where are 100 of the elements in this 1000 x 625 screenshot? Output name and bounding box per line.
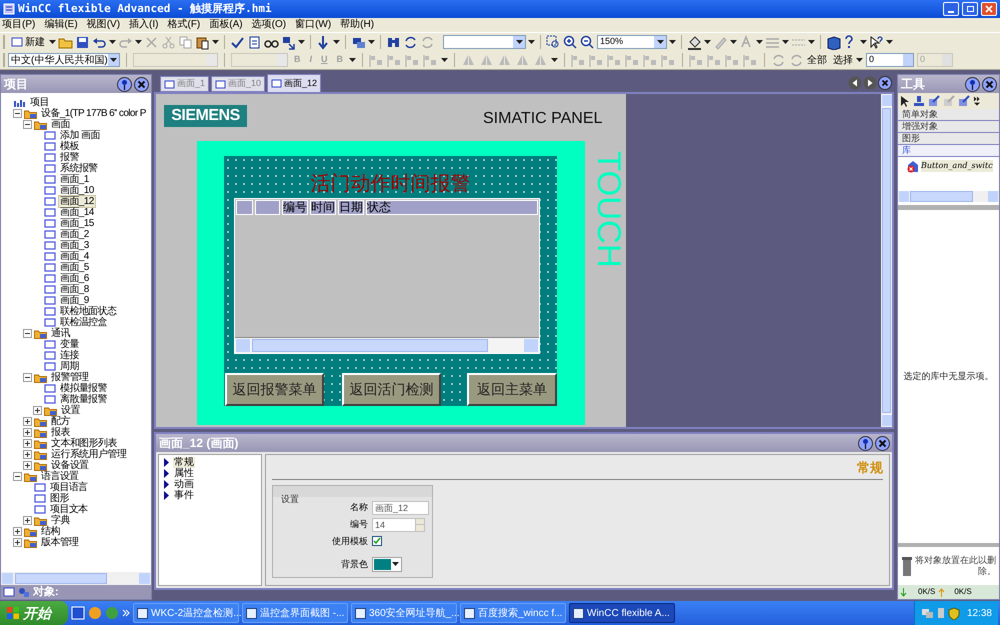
- zoom-area-icon[interactable]: [546, 34, 561, 50]
- tree-item[interactable]: 报警: [59, 152, 80, 163]
- clipboard-icon[interactable]: [195, 34, 210, 50]
- tree-item[interactable]: 模板: [59, 141, 80, 152]
- tree-item[interactable]: 结构: [40, 526, 61, 537]
- menu-item[interactable]: 编辑(E): [44, 19, 78, 31]
- navigation-button[interactable]: 返回报警菜单: [225, 373, 324, 406]
- tree-item[interactable]: 文本和图形列表: [50, 438, 118, 449]
- caret-icon[interactable]: [782, 40, 789, 44]
- tree-item[interactable]: 画面: [50, 119, 71, 130]
- spin-field[interactable]: 0: [866, 53, 914, 67]
- collapse-toggle[interactable]: [13, 472, 22, 481]
- close-icon[interactable]: [878, 76, 892, 90]
- taskbar-button[interactable]: 360安全网址导航_...: [351, 603, 457, 623]
- restore-button[interactable]: [962, 2, 978, 16]
- tree-item[interactable]: 项目文本: [49, 504, 89, 515]
- tree-item[interactable]: 通讯: [50, 328, 71, 339]
- start-button[interactable]: 开始: [0, 601, 68, 625]
- tree-item[interactable]: 周期: [59, 361, 80, 372]
- menu-item[interactable]: 选项(O): [252, 19, 286, 31]
- paint-bucket-icon[interactable]: [687, 34, 702, 50]
- caret-icon[interactable]: [808, 40, 815, 44]
- transfer-icon[interactable]: [281, 34, 296, 50]
- expand-toggle[interactable]: [23, 439, 32, 448]
- tree-item[interactable]: 离散量报警: [59, 394, 108, 405]
- taskbar-button[interactable]: 百度搜索_wincc f...: [460, 603, 566, 623]
- collapse-toggle[interactable]: [13, 109, 22, 118]
- tree-item[interactable]: 报警管理: [50, 372, 90, 383]
- collapse-toggle[interactable]: [23, 329, 32, 338]
- horizontal-scrollbar[interactable]: [898, 191, 999, 202]
- app-icon[interactable]: [71, 606, 85, 620]
- document-icon[interactable]: [247, 34, 262, 50]
- more-icon[interactable]: [973, 96, 981, 106]
- taskbar-button[interactable]: 温控盒界面截图 -...: [242, 603, 348, 623]
- tool-category[interactable]: 增强对象: [898, 121, 999, 133]
- edit-icon[interactable]: [958, 95, 970, 107]
- menu-item[interactable]: 项目(P): [2, 19, 36, 31]
- minimize-button[interactable]: [943, 2, 959, 16]
- collapse-toggle[interactable]: [23, 120, 32, 129]
- tree-item[interactable]: 画面_4: [59, 251, 90, 262]
- tree-item[interactable]: 字典: [50, 515, 71, 526]
- caret-icon[interactable]: [135, 40, 142, 44]
- caret-icon[interactable]: [368, 40, 375, 44]
- vertical-scrollbar[interactable]: [881, 94, 892, 427]
- tree-item[interactable]: 画面_6: [59, 273, 90, 284]
- tree-item[interactable]: 联检温控盒: [59, 317, 108, 328]
- caret-icon[interactable]: [349, 58, 356, 62]
- caret-icon[interactable]: [704, 40, 711, 44]
- tree-item[interactable]: 添加 画面: [59, 130, 101, 141]
- tree-item[interactable]: 模拟量报警: [59, 383, 108, 394]
- tree-item[interactable]: 系统报警: [59, 163, 99, 174]
- stamp-icon[interactable]: [913, 95, 925, 107]
- tree-item[interactable]: 配方: [50, 416, 71, 427]
- caret-icon[interactable]: [756, 40, 763, 44]
- caret-icon[interactable]: [441, 58, 448, 62]
- menu-item[interactable]: 格式(F): [167, 19, 200, 31]
- tree-item[interactable]: 设置: [60, 405, 81, 416]
- tree-item[interactable]: 联检地面状态: [59, 306, 118, 317]
- check-icon[interactable]: [230, 34, 245, 50]
- tree-item[interactable]: 画面_10: [59, 185, 95, 196]
- all-label[interactable]: 全部: [807, 52, 828, 68]
- cycle-arrows-icon[interactable]: [403, 34, 418, 50]
- taskbar-button[interactable]: WKC-2温控盒检测...: [133, 603, 239, 623]
- expand-toggle[interactable]: [23, 516, 32, 525]
- zoom-in-icon[interactable]: [563, 34, 578, 50]
- caret-icon[interactable]: [551, 58, 558, 62]
- caret-icon[interactable]: [730, 40, 737, 44]
- pin-icon[interactable]: [858, 436, 873, 450]
- caret-icon[interactable]: [333, 40, 340, 44]
- property-category[interactable]: 事件: [173, 490, 195, 501]
- use-template-checkbox[interactable]: [372, 536, 382, 546]
- save-icon[interactable]: [75, 34, 90, 50]
- caret-icon[interactable]: [886, 40, 893, 44]
- expand-toggle[interactable]: [33, 406, 42, 415]
- tree-item[interactable]: 画面_1: [59, 174, 90, 185]
- tool-category[interactable]: 库: [898, 145, 999, 157]
- tree-item[interactable]: 运行系统用户管理: [50, 449, 128, 460]
- scroll-left-icon[interactable]: [848, 76, 862, 90]
- caret-icon[interactable]: [212, 40, 219, 44]
- menu-item[interactable]: 插入(I): [129, 19, 158, 31]
- zoom-out-icon[interactable]: [580, 34, 595, 50]
- expand-toggle[interactable]: [23, 428, 32, 437]
- tree-item[interactable]: 画面_14: [59, 207, 95, 218]
- tree-item[interactable]: 设备_1(TP 177B 6'' color P: [40, 108, 147, 119]
- caret-icon[interactable]: [860, 40, 867, 44]
- tree-item[interactable]: 画面_5: [59, 262, 90, 273]
- navigation-button[interactable]: 返回活门检测: [342, 373, 441, 406]
- tree-item[interactable]: 变量: [59, 339, 80, 350]
- tool-category[interactable]: 图形: [898, 133, 999, 145]
- tree-item[interactable]: 项目语言: [49, 482, 89, 493]
- property-category[interactable]: 动画: [173, 479, 195, 490]
- property-category[interactable]: 属性: [173, 468, 195, 479]
- new-button[interactable]: 新建: [9, 34, 47, 50]
- taskbar-button[interactable]: WinCC flexible A...: [569, 603, 675, 623]
- color-picker[interactable]: [372, 557, 402, 572]
- expand-toggle[interactable]: [23, 461, 32, 470]
- tree-item[interactable]: 图形: [49, 493, 70, 504]
- tree-item[interactable]: 画面_2: [59, 229, 90, 240]
- tree-item[interactable]: 画面_12: [59, 196, 95, 207]
- caret-icon[interactable]: [109, 40, 116, 44]
